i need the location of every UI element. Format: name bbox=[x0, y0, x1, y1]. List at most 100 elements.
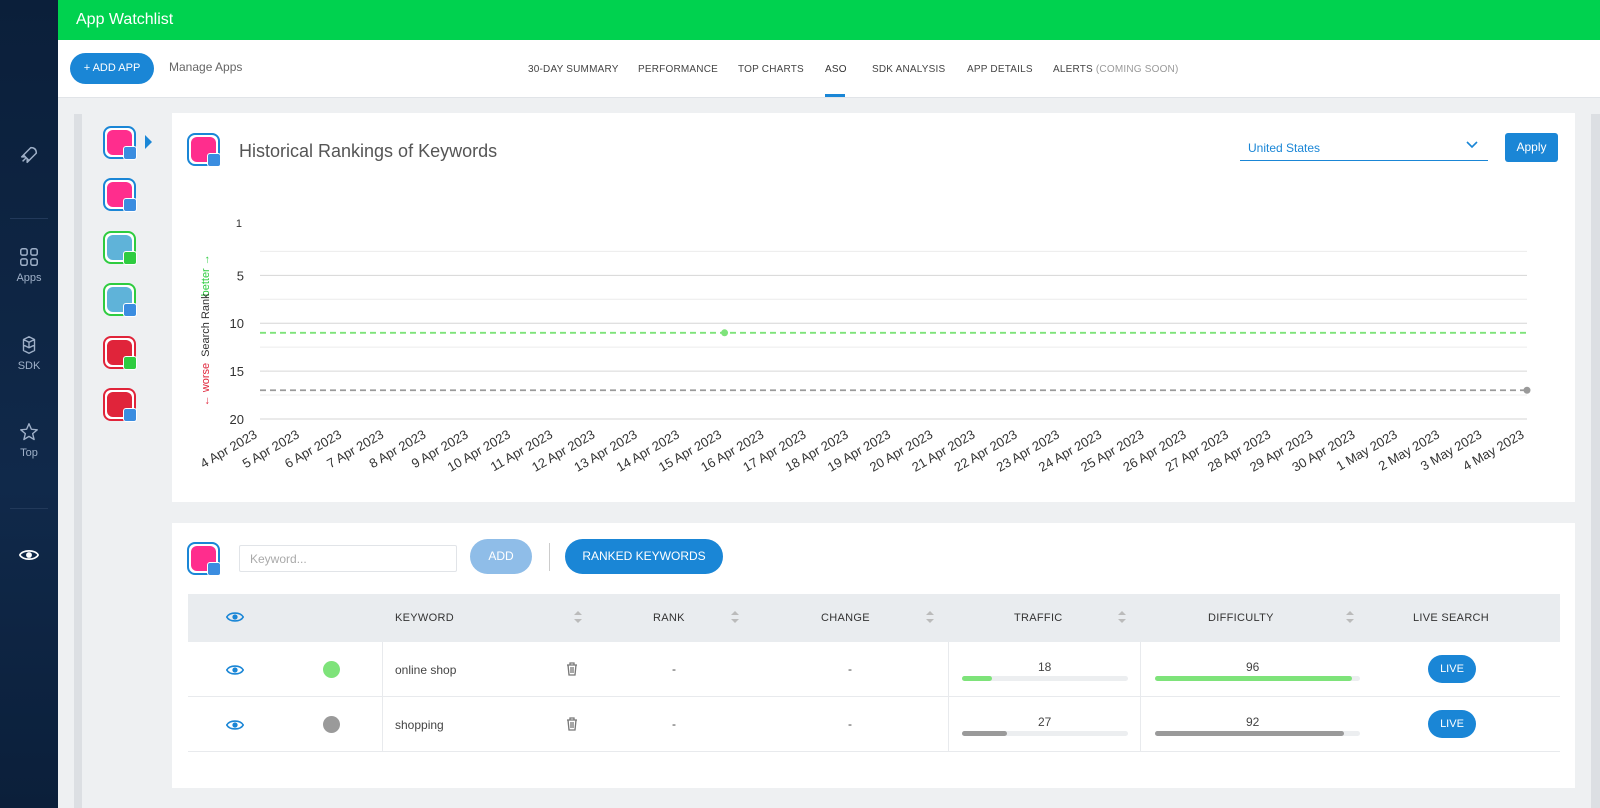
star-icon bbox=[20, 423, 38, 441]
sort-icon[interactable] bbox=[926, 611, 934, 623]
keywords-card: Keyword... ADD RANKED KEYWORDS KEYWORD R… bbox=[172, 523, 1575, 788]
traffic-bar-fill bbox=[962, 676, 992, 681]
app-list-item[interactable] bbox=[103, 126, 137, 160]
series-point-online-shop bbox=[721, 329, 729, 337]
sort-icon[interactable] bbox=[574, 611, 582, 623]
series-color-dot bbox=[323, 661, 340, 678]
app-store-badge-icon bbox=[207, 562, 221, 576]
difficulty-bar bbox=[1155, 731, 1360, 736]
difficulty-bar-fill bbox=[1155, 676, 1352, 681]
trash-icon[interactable] bbox=[566, 662, 578, 676]
col-change[interactable]: CHANGE bbox=[821, 612, 870, 624]
eye-icon bbox=[18, 550, 40, 560]
sidebar-divider bbox=[10, 218, 48, 219]
cell-divider bbox=[1140, 642, 1141, 697]
change-cell: - bbox=[848, 717, 852, 731]
difficulty-value: 96 bbox=[1246, 660, 1260, 674]
toolbar-divider bbox=[549, 543, 550, 571]
col-traffic[interactable]: TRAFFIC bbox=[1014, 612, 1063, 624]
side-item-rocket[interactable] bbox=[0, 144, 58, 170]
table-row: online shop - - 18 96 LIVE bbox=[188, 642, 1560, 697]
difficulty-bar-fill bbox=[1155, 731, 1344, 736]
rank-cell: - bbox=[672, 662, 676, 676]
rankings-line-chart: 15101520better →Search Rank← worse4 Apr … bbox=[198, 218, 1531, 475]
cell-divider bbox=[382, 642, 383, 697]
keyword-rankings-card: Historical Rankings of Keywords United S… bbox=[172, 113, 1575, 502]
tab-aso[interactable]: ASO bbox=[825, 64, 847, 75]
left-nav-sidebar: Apps SDK Top bbox=[0, 0, 58, 808]
traffic-bar bbox=[962, 676, 1128, 681]
active-tab-indicator bbox=[825, 94, 845, 97]
eye-icon[interactable] bbox=[226, 663, 244, 677]
y-tick-label: 20 bbox=[230, 412, 244, 427]
sort-icon[interactable] bbox=[1346, 611, 1354, 623]
page-scrollbar[interactable] bbox=[1591, 114, 1600, 808]
y-tick-label: 10 bbox=[230, 316, 244, 331]
series-point-shopping bbox=[1523, 386, 1531, 394]
side-item-top[interactable]: Top bbox=[0, 421, 58, 459]
apps-grid-icon bbox=[20, 248, 38, 266]
traffic-value: 18 bbox=[1038, 660, 1052, 674]
tab-alerts-label: ALERTS bbox=[1053, 64, 1093, 75]
store-badge-icon bbox=[123, 303, 137, 317]
app-list-item[interactable] bbox=[103, 388, 137, 422]
rocket-icon bbox=[20, 146, 38, 164]
eye-icon[interactable] bbox=[226, 718, 244, 732]
sidebar-divider bbox=[10, 508, 48, 509]
manage-apps-link[interactable]: Manage Apps bbox=[169, 60, 242, 74]
col-difficulty[interactable]: DIFFICULTY bbox=[1208, 612, 1274, 624]
cell-divider bbox=[382, 697, 383, 752]
cell-divider bbox=[948, 642, 949, 697]
app-list-item[interactable] bbox=[103, 283, 137, 317]
live-search-button[interactable]: LIVE bbox=[1428, 655, 1476, 683]
col-rank[interactable]: RANK bbox=[653, 612, 685, 624]
col-keyword[interactable]: KEYWORD bbox=[395, 612, 454, 624]
y-axis-label: Search Rank bbox=[200, 293, 212, 357]
tab-30-day-summary[interactable]: 30-DAY SUMMARY bbox=[528, 64, 619, 75]
side-item-label: Apps bbox=[16, 272, 42, 284]
traffic-bar-fill bbox=[962, 731, 1007, 736]
sdk-cubes-icon bbox=[22, 336, 36, 354]
app-list-item[interactable] bbox=[103, 231, 137, 265]
add-keyword-button[interactable]: ADD bbox=[470, 539, 532, 574]
ranked-keywords-button[interactable]: RANKED KEYWORDS bbox=[565, 539, 723, 574]
eye-icon[interactable] bbox=[226, 610, 244, 624]
rank-cell: - bbox=[672, 717, 676, 731]
difficulty-value: 92 bbox=[1246, 715, 1260, 729]
sort-icon[interactable] bbox=[1118, 611, 1126, 623]
side-item-apps[interactable]: Apps bbox=[0, 246, 58, 284]
tab-performance[interactable]: PERFORMANCE bbox=[638, 64, 718, 75]
y-tick-label: 5 bbox=[237, 268, 244, 283]
keyword-cell: shopping bbox=[395, 718, 444, 732]
app-list-scrollbar[interactable] bbox=[74, 114, 82, 808]
traffic-bar bbox=[962, 731, 1128, 736]
change-cell: - bbox=[848, 662, 852, 676]
tab-alerts-suffix: (COMING SOON) bbox=[1095, 64, 1179, 75]
page-title: App Watchlist bbox=[76, 11, 174, 28]
keywords-app-icon bbox=[187, 542, 221, 576]
table-row: shopping - - 27 92 LIVE bbox=[188, 697, 1560, 752]
store-badge-icon bbox=[123, 146, 137, 160]
sort-icon[interactable] bbox=[731, 611, 739, 623]
side-item-label: SDK bbox=[17, 360, 41, 372]
side-item-sdk[interactable]: SDK bbox=[0, 334, 58, 372]
app-list-item[interactable] bbox=[103, 336, 137, 370]
store-badge-icon bbox=[123, 251, 137, 265]
store-badge-icon bbox=[123, 198, 137, 212]
app-list-item[interactable] bbox=[103, 178, 137, 212]
table-header: KEYWORD RANK CHANGE TRAFFIC DIFFICULTY L… bbox=[188, 594, 1560, 642]
tab-alerts[interactable]: ALERTS (COMING SOON) bbox=[1053, 64, 1179, 75]
tab-sdk-analysis[interactable]: SDK ANALYSIS bbox=[872, 64, 945, 75]
trash-icon[interactable] bbox=[566, 717, 578, 731]
tab-top-charts[interactable]: TOP CHARTS bbox=[738, 64, 804, 75]
app-header-bar: App Watchlist bbox=[58, 0, 1600, 40]
side-item-watchlist[interactable] bbox=[0, 544, 58, 570]
cell-divider bbox=[948, 697, 949, 752]
live-search-button[interactable]: LIVE bbox=[1428, 710, 1476, 738]
y-axis-better-label: better → bbox=[200, 254, 212, 296]
series-color-dot bbox=[323, 716, 340, 733]
add-app-button[interactable]: + ADD APP bbox=[70, 53, 154, 84]
store-badge-icon bbox=[123, 408, 137, 422]
tab-app-details[interactable]: APP DETAILS bbox=[967, 64, 1033, 75]
keyword-input[interactable]: Keyword... bbox=[239, 545, 457, 572]
